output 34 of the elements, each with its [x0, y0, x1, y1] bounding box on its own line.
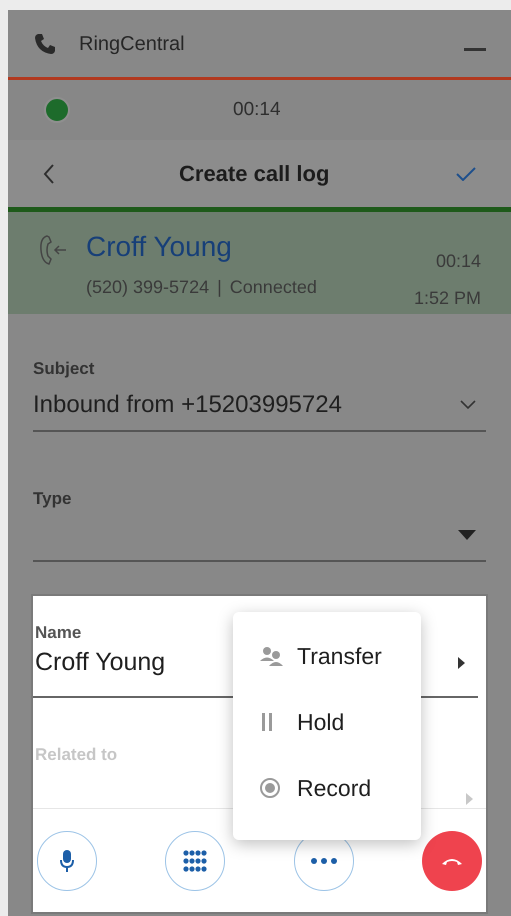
field-label: Subject [33, 358, 96, 380]
microphone-icon [60, 850, 74, 872]
field-value: Croff Young [35, 646, 166, 678]
chevron-down-icon [460, 400, 476, 410]
chevron-left-icon [43, 162, 55, 184]
ellipsis-icon [310, 858, 337, 864]
field-value: Inbound from +15203995724 [33, 390, 342, 420]
call-status: Connected [230, 276, 317, 299]
incoming-call-icon [38, 234, 68, 266]
save-button[interactable] [456, 166, 476, 180]
menu-item[interactable]: Record [233, 766, 421, 810]
keypad-icon [183, 850, 208, 872]
menu-item[interactable]: Hold [233, 700, 421, 744]
people-icon [259, 645, 285, 667]
field-label: Name [35, 622, 82, 644]
menu-item[interactable]: Transfer [233, 634, 421, 678]
call-duration: 00:14 [436, 250, 481, 273]
checkmark-icon [456, 166, 476, 180]
record-icon [259, 777, 281, 799]
field-label: Related to [35, 744, 118, 766]
caret-down-icon [458, 530, 476, 540]
page-title: Create call log [179, 160, 330, 188]
caret-icon [465, 792, 474, 806]
type-dropdown[interactable]: Type [33, 484, 486, 562]
separator: | [217, 276, 222, 299]
window-title: RingCentral [79, 32, 185, 56]
subject-select[interactable]: Subject Inbound from +15203995724 [33, 354, 486, 432]
caret-icon [457, 656, 466, 670]
phone-number: (520) 399-5724 [86, 276, 210, 299]
field-label: Type [33, 488, 72, 510]
phone-icon [33, 32, 57, 56]
pause-icon [259, 711, 275, 733]
call-timer: 00:14 [233, 98, 281, 122]
call-time: 1:52 PM [414, 287, 481, 310]
